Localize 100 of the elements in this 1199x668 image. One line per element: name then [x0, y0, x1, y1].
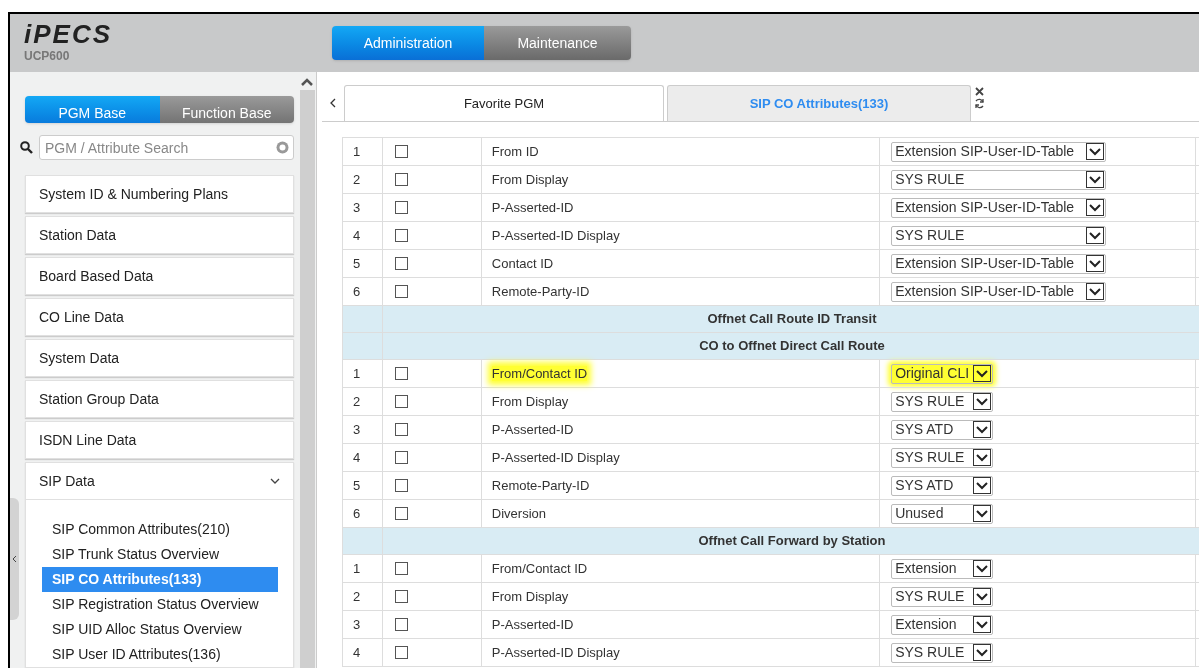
mode-tab[interactable]: Administration [332, 26, 484, 60]
search-icon [20, 141, 33, 154]
menu-group[interactable]: System Data [26, 340, 293, 376]
checkbox[interactable] [394, 507, 408, 520]
model-label: UCP600 [24, 48, 71, 65]
refresh-icon[interactable] [974, 98, 985, 109]
checkbox[interactable] [394, 395, 408, 408]
checkbox[interactable] [394, 285, 408, 298]
menu-item[interactable]: SIP Trunk Status Overview [42, 542, 278, 567]
dropdown[interactable]: SYS ATD [891, 475, 994, 496]
chevron-down-icon [1086, 227, 1105, 244]
menu-item[interactable]: SIP Registration Status Overview [42, 592, 278, 617]
chevron-left-icon[interactable] [330, 98, 336, 108]
collapse-handle[interactable] [10, 498, 19, 620]
checkbox[interactable] [394, 479, 408, 492]
table-cell: From Display [491, 172, 569, 187]
checkbox[interactable] [394, 201, 408, 214]
menu-group[interactable]: Board Based Data [26, 258, 293, 294]
checkbox[interactable] [394, 145, 408, 158]
table-cell: 3 [342, 610, 383, 639]
menu-item[interactable]: SIP User ID Attributes(136) [42, 642, 278, 667]
dropdown[interactable]: Unused [891, 503, 994, 524]
menu-group[interactable]: Station Group Data [26, 381, 293, 417]
dropdown[interactable]: Original CLI [891, 363, 994, 384]
chevron-left-icon [12, 555, 17, 563]
table-cell: 4 [342, 638, 383, 667]
dropdown[interactable]: Extension SIP-User-ID-Table [891, 141, 1107, 162]
table-cell: 3 [342, 415, 383, 444]
table-cell: 4 [342, 221, 383, 250]
chevron-down-icon [973, 505, 992, 522]
table-cell: 2 [342, 582, 383, 611]
dropdown[interactable]: SYS RULE [891, 391, 994, 412]
menu-group[interactable]: Station Data [26, 217, 293, 253]
menu-item[interactable]: SIP UID Alloc Status Overview [42, 617, 278, 642]
table-cell: P-Asserted-ID Display [491, 228, 620, 243]
chevron-down-icon [1086, 171, 1105, 188]
table-cell: 6 [342, 499, 383, 528]
mode-tab[interactable]: Maintenance [484, 26, 631, 60]
search-field[interactable]: PGM / Attribute Search [39, 135, 294, 160]
chevron-down-icon [1086, 143, 1105, 160]
checkbox[interactable] [394, 590, 408, 603]
chevron-down-icon [973, 616, 992, 633]
dropdown[interactable]: Extension [891, 614, 994, 635]
checkbox[interactable] [394, 562, 408, 575]
menu-group[interactable]: System ID & Numbering Plans [26, 176, 293, 212]
dropdown[interactable]: SYS RULE [891, 169, 1107, 190]
checkbox[interactable] [394, 423, 408, 436]
checkbox[interactable] [394, 173, 408, 186]
chevron-down-icon [973, 449, 992, 466]
dropdown[interactable]: SYS RULE [891, 642, 994, 663]
checkbox[interactable] [394, 646, 408, 659]
chevron-down-icon [1086, 199, 1105, 216]
table-cell: 4 [342, 443, 383, 472]
table-cell: P-Asserted-ID [491, 617, 574, 632]
chevron-down-icon [1086, 255, 1105, 272]
chevron-down-icon [973, 365, 992, 382]
table-cell: Remote-Party-ID [491, 478, 590, 493]
dropdown[interactable]: Extension [891, 558, 994, 579]
menu-group[interactable]: ISDN Line Data [26, 422, 293, 458]
table-cell: 6 [342, 277, 383, 306]
table-cell: From ID [491, 144, 539, 159]
table-cell: Contact ID [491, 256, 554, 271]
scrollbar[interactable] [299, 90, 315, 668]
dropdown[interactable]: SYS RULE [891, 225, 1107, 246]
chevron-down-icon [973, 421, 992, 438]
menu-item[interactable]: SIP Common Attributes(210) [42, 517, 278, 542]
chevron-down-icon [973, 477, 992, 494]
checkbox[interactable] [394, 451, 408, 464]
chevron-down-icon [1086, 283, 1105, 300]
table-cell: 1 [342, 554, 383, 583]
dropdown[interactable]: Extension SIP-User-ID-Table [891, 197, 1107, 218]
base-tab[interactable]: PGM Base [25, 96, 160, 123]
close-icon[interactable] [975, 87, 984, 96]
table-cell: P-Asserted-ID [491, 422, 574, 437]
dropdown[interactable]: Extension SIP-User-ID-Table [891, 253, 1107, 274]
menu-group[interactable]: SIP Data [26, 463, 293, 500]
checkbox[interactable] [394, 367, 408, 380]
table-cell: 1 [342, 359, 383, 388]
tab[interactable]: Favorite PGM [344, 85, 664, 121]
table-cell: Diversion [491, 506, 546, 521]
table-cell: From Display [491, 394, 569, 409]
dropdown[interactable]: SYS RULE [891, 447, 994, 468]
clear-icon[interactable] [276, 141, 289, 154]
dropdown[interactable]: Extension SIP-User-ID-Table [891, 281, 1107, 302]
table-cell: 5 [342, 249, 383, 278]
dropdown[interactable]: SYS RULE [891, 586, 994, 607]
dropdown[interactable]: SYS ATD [891, 419, 994, 440]
menu-group[interactable]: CO Line Data [26, 299, 293, 335]
table-cell: Remote-Party-ID [491, 284, 590, 299]
table-cell: P-Asserted-ID Display [491, 645, 620, 660]
checkbox[interactable] [394, 229, 408, 242]
checkbox[interactable] [394, 257, 408, 270]
checkbox[interactable] [394, 618, 408, 631]
table-cell: 2 [342, 387, 383, 416]
chevron-down-icon [973, 644, 992, 661]
table-cell: From/Contact ID [491, 561, 588, 576]
table-cell: P-Asserted-ID Display [491, 450, 620, 465]
table-cell: From Display [491, 589, 569, 604]
base-tab[interactable]: Function Base [159, 96, 294, 123]
scroll-up-icon[interactable] [301, 78, 313, 86]
